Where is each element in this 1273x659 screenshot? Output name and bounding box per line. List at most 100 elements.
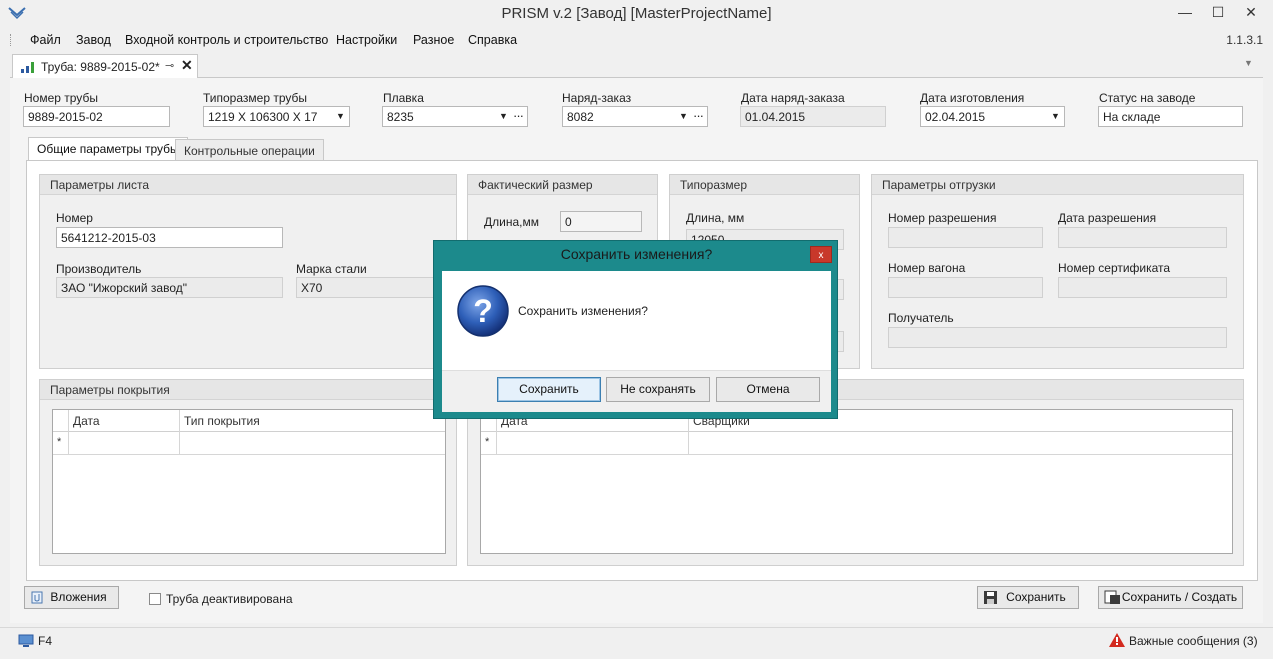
coating-params-title: Параметры покрытия	[40, 380, 456, 400]
important-messages-link[interactable]: Важные сообщения (3)	[1129, 634, 1258, 648]
certificate-number-field[interactable]	[1058, 277, 1227, 298]
work-order-dropdown[interactable]: 8082 ▼ ···	[562, 106, 708, 127]
manufacture-date-label: Дата изготовления	[920, 91, 1025, 105]
coating-grid[interactable]: Дата Тип покрытия *	[52, 409, 446, 554]
sheet-params-title: Параметры листа	[40, 175, 456, 195]
manufacturer-label: Производитель	[56, 262, 142, 276]
dropdown-arrow-icon[interactable]: ▼	[336, 111, 345, 121]
sheet-number-label: Номер	[56, 211, 93, 225]
attachments-button[interactable]: Вложения	[24, 586, 119, 609]
menu-bar: Файл Завод Входной контроль и строительс…	[10, 30, 1273, 50]
floppy-disk-icon	[984, 591, 997, 604]
wagon-number-field[interactable]	[888, 277, 1043, 298]
warning-icon	[1109, 633, 1125, 647]
new-row-marker[interactable]: *	[57, 436, 61, 448]
wagon-number-label: Номер вагона	[888, 261, 966, 275]
column-coating-type[interactable]: Тип покрытия	[184, 414, 260, 428]
dialog-message: Сохранить изменения?	[518, 304, 648, 318]
sheet-params-group: Параметры листа Номер 5641212-2015-03 Пр…	[39, 174, 457, 369]
dialog-dont-save-button[interactable]: Не сохранять	[606, 377, 710, 402]
standard-length-label: Длина, мм	[686, 211, 745, 225]
factory-status-label: Статус на заводе	[1099, 91, 1196, 105]
grid-separator	[179, 410, 180, 455]
title-bar: PRISM v.2 [Завод] [MasterProjectName] — …	[0, 0, 1273, 30]
dropdown-arrow-icon[interactable]: ▼	[499, 111, 508, 121]
pipe-size-label: Типоразмер трубы	[203, 91, 307, 105]
svg-text:?: ?	[473, 293, 493, 329]
permit-date-label: Дата разрешения	[1058, 211, 1157, 225]
work-order-date-field: 01.04.2015	[740, 106, 886, 127]
dialog-close-button[interactable]: x	[810, 246, 832, 263]
minimize-button[interactable]: —	[1170, 0, 1200, 26]
grid-separator	[68, 410, 69, 455]
tab-list-dropdown-icon[interactable]: ▼	[1244, 58, 1253, 68]
column-date[interactable]: Дата	[73, 414, 100, 428]
work-order-label: Наряд-заказ	[562, 91, 632, 105]
menu-factory[interactable]: Завод	[76, 33, 111, 47]
heat-value: 8235	[387, 110, 414, 124]
permit-number-label: Номер разрешения	[888, 211, 997, 225]
menu-grip	[10, 34, 13, 46]
attachments-label: Вложения	[50, 590, 107, 604]
save-changes-dialog: Сохранить изменения? x ? Сохранить измен…	[433, 240, 838, 419]
menu-help[interactable]: Справка	[468, 33, 517, 47]
permit-date-field[interactable]	[1058, 227, 1227, 248]
actual-size-title: Фактический размер	[468, 175, 657, 195]
attachment-icon	[31, 591, 43, 604]
tab-general-params[interactable]: Общие параметры трубы	[28, 137, 188, 161]
menu-inspection[interactable]: Входной контроль и строительство	[125, 33, 328, 47]
deactivated-checkbox[interactable]	[149, 593, 161, 605]
status-bar: F4 Важные сообщения (3)	[0, 627, 1273, 659]
tab-pipe-document[interactable]: Труба: 9889-2015-02* ⊸ ✕	[12, 54, 198, 78]
dialog-cancel-button[interactable]: Отмена	[716, 377, 820, 402]
heat-label: Плавка	[383, 91, 424, 105]
save-button[interactable]: Сохранить	[977, 586, 1079, 609]
sheet-number-field[interactable]: 5641212-2015-03	[56, 227, 283, 248]
menu-misc[interactable]: Разное	[413, 33, 454, 47]
menu-settings[interactable]: Настройки	[336, 33, 397, 47]
steel-grade-label: Марка стали	[296, 262, 367, 276]
factory-status-field[interactable]: На складе	[1098, 106, 1243, 127]
welding-grid[interactable]: Дата Сварщики *	[480, 409, 1233, 554]
new-row-marker[interactable]: *	[485, 436, 489, 448]
dropdown-arrow-icon[interactable]: ▼	[679, 111, 688, 121]
dropdown-arrow-icon[interactable]: ▼	[1051, 111, 1060, 121]
certificate-number-label: Номер сертификата	[1058, 261, 1171, 275]
deactivated-label: Труба деактивирована	[166, 592, 293, 606]
standard-size-title: Типоразмер	[670, 175, 859, 195]
pipe-number-field[interactable]: 9889-2015-02	[23, 106, 170, 127]
dialog-save-button[interactable]: Сохранить	[497, 377, 601, 402]
hotkey-label[interactable]: F4	[38, 634, 52, 648]
recipient-field[interactable]	[888, 327, 1227, 348]
steel-grade-field: X70	[296, 277, 446, 298]
coating-grid-header: Дата Тип покрытия	[53, 410, 445, 432]
menu-file[interactable]: Файл	[30, 33, 61, 47]
dialog-body: ? Сохранить изменения?	[442, 271, 831, 370]
actual-length-field[interactable]: 0	[560, 211, 642, 232]
chart-bars-icon	[21, 62, 34, 73]
pipe-number-label: Номер трубы	[24, 91, 98, 105]
dialog-title: Сохранить изменения?	[560, 246, 713, 262]
grid-row-divider	[53, 454, 445, 455]
grid-row-divider	[481, 454, 1232, 455]
manufacture-date-picker[interactable]: 02.04.2015 ▼	[920, 106, 1065, 127]
shipping-params-title: Параметры отгрузки	[872, 175, 1243, 195]
permit-number-field[interactable]	[888, 227, 1043, 248]
save-create-label: Сохранить / Создать	[1121, 590, 1238, 604]
version-label: 1.1.3.1	[1226, 33, 1263, 47]
save-create-button[interactable]: Сохранить / Создать	[1098, 586, 1243, 609]
ellipsis-icon[interactable]: ···	[513, 108, 524, 123]
ellipsis-icon[interactable]: ···	[693, 108, 704, 123]
pipe-size-dropdown[interactable]: 1219 X 106300 X 17 ▼	[203, 106, 350, 127]
coating-params-group: Параметры покрытия Дата Тип покрытия *	[39, 379, 457, 566]
question-icon: ?	[457, 285, 509, 337]
maximize-button[interactable]: ☐	[1203, 0, 1233, 26]
tab-control-operations[interactable]: Контрольные операции	[175, 139, 324, 161]
tab-close-icon[interactable]: ✕	[181, 57, 193, 74]
heat-dropdown[interactable]: 8235 ▼ ···	[382, 106, 528, 127]
save-new-icon	[1104, 590, 1120, 604]
tab-pipe-label: Труба: 9889-2015-02*	[41, 60, 160, 74]
close-window-button[interactable]: ✕	[1236, 0, 1266, 26]
work-order-date-label: Дата наряд-заказа	[741, 91, 845, 105]
pin-icon[interactable]: ⊸	[165, 59, 174, 72]
